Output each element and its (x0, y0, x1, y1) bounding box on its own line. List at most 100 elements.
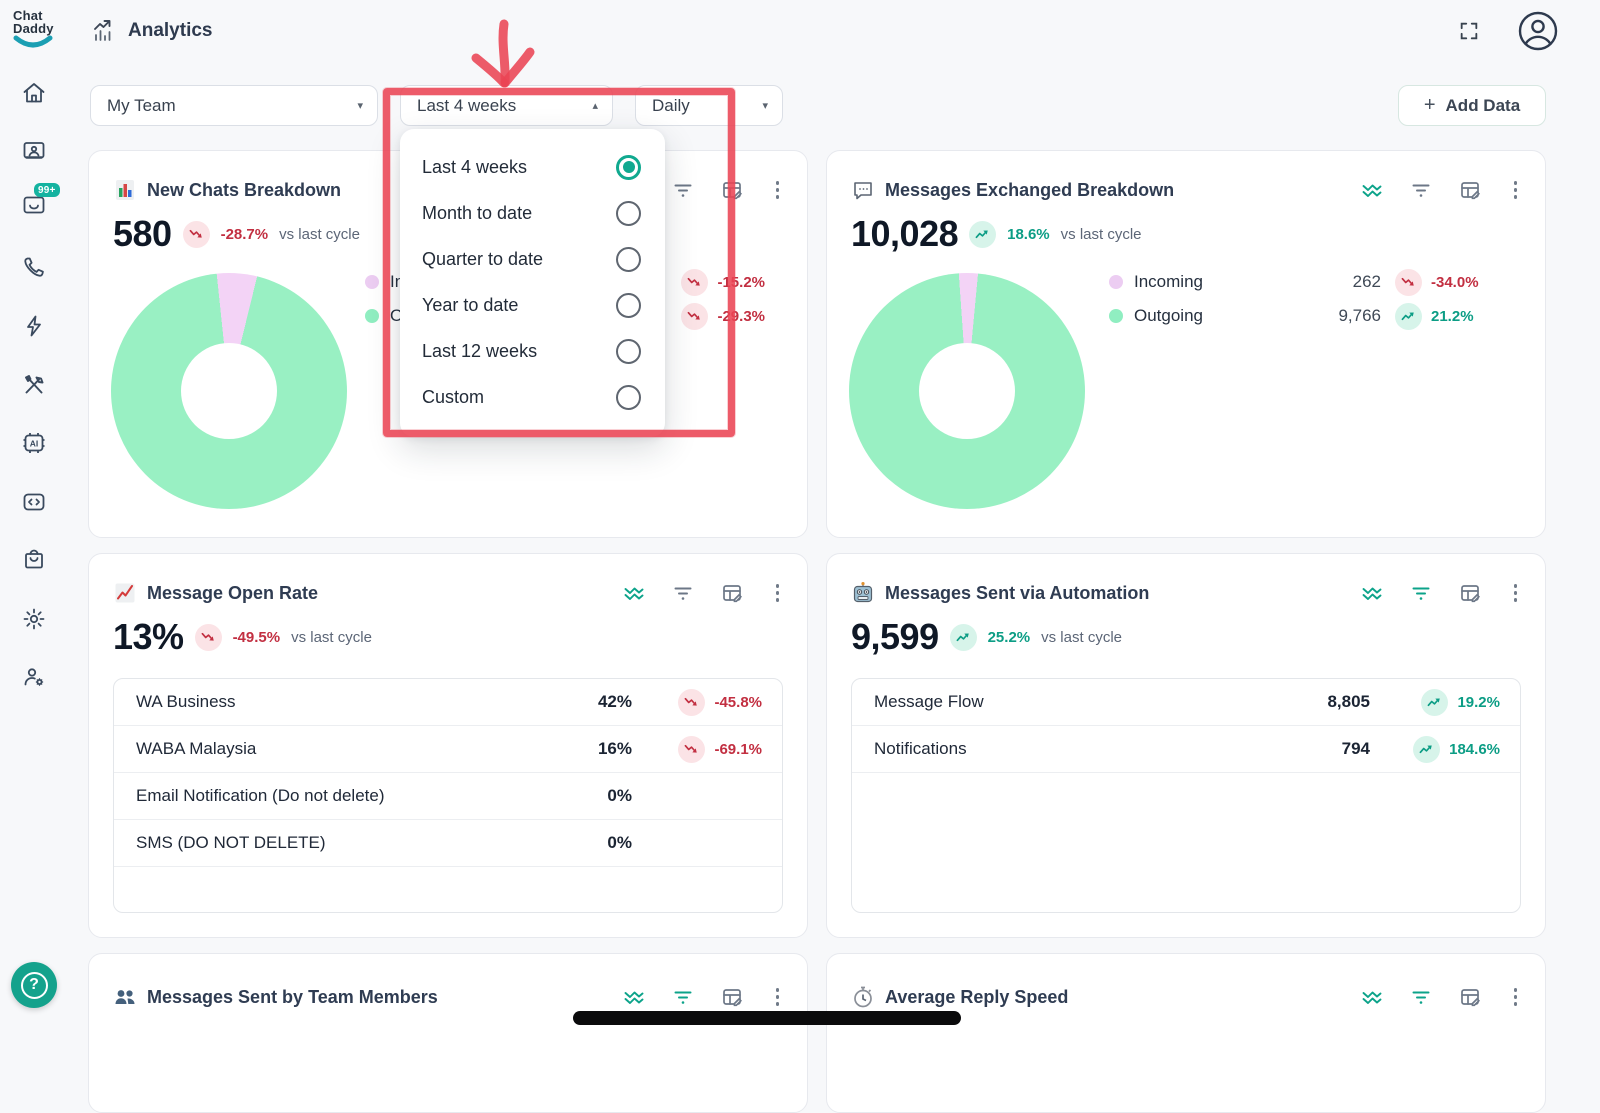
radio-icon[interactable] (616, 201, 641, 226)
sidebar-item-shop[interactable] (20, 546, 48, 574)
page-header: Analytics (90, 0, 212, 62)
fullscreen-icon (1458, 20, 1480, 42)
sidebar-item-automation[interactable] (20, 312, 48, 340)
radio-icon[interactable] (616, 339, 641, 364)
table-row[interactable]: SMS (DO NOT DELETE) 0% (114, 820, 782, 867)
home-icon (20, 79, 48, 107)
trend-up-icon (969, 221, 996, 248)
radio-icon[interactable] (616, 385, 641, 410)
account-button[interactable] (1516, 9, 1560, 53)
menu-option-last-4-weeks[interactable]: Last 4 weeks (400, 144, 665, 190)
logo-smile-icon (13, 35, 53, 51)
menu-option-custom[interactable]: Custom (400, 374, 665, 420)
kebab-menu-button[interactable] (1508, 179, 1524, 201)
analytics-icon (90, 18, 117, 45)
chart-type-button[interactable] (1361, 986, 1383, 1008)
legend-label: Outgoing (1134, 306, 1203, 326)
filter-button[interactable] (672, 179, 694, 201)
filter-button[interactable] (1410, 179, 1432, 201)
filter-button[interactable] (1410, 582, 1432, 604)
chatdaddy-logo[interactable]: Chat Daddy (13, 9, 67, 51)
edit-table-button[interactable] (721, 179, 743, 201)
contacts-icon (20, 137, 48, 165)
table-edit-icon (1459, 582, 1481, 604)
trend-down-icon (1395, 269, 1422, 296)
table-row[interactable]: Email Notification (Do not delete) 0% (114, 773, 782, 820)
menu-option-year-to-date[interactable]: Year to date (400, 282, 665, 328)
sidebar-item-chats[interactable]: 99+ (20, 191, 48, 219)
row-value: 8,805 (1290, 692, 1370, 712)
kebab-menu-button[interactable] (770, 179, 786, 201)
user-gear-icon (20, 663, 48, 691)
kebab-menu-button[interactable] (770, 986, 786, 1008)
table-row[interactable]: Message Flow 8,805 19.2% (852, 679, 1520, 726)
trend-down-icon (681, 303, 708, 330)
filter-button[interactable] (672, 986, 694, 1008)
sidebar-item-team-settings[interactable] (20, 663, 48, 691)
row-delta: 19.2% (1370, 689, 1520, 716)
sidebar-item-calls[interactable] (20, 253, 48, 281)
legend-delta-value: 21.2% (1431, 308, 1474, 325)
legend-delta-value: -29.3% (717, 308, 765, 325)
legend-row-incoming: Incoming 262 -34.0% (1109, 265, 1505, 299)
chart-type-button[interactable] (623, 986, 645, 1008)
legend-delta-value: -34.0% (1431, 274, 1479, 291)
edit-table-button[interactable] (1459, 986, 1481, 1008)
chats-unread-badge: 99+ (34, 183, 60, 197)
new-chats-donut-chart (111, 273, 347, 509)
edit-table-button[interactable] (721, 986, 743, 1008)
chart-type-button[interactable] (1361, 179, 1383, 201)
sidebar-item-ai[interactable]: AI (20, 429, 48, 457)
table-row[interactable]: WA Business 42% -45.8% (114, 679, 782, 726)
kpi-row: 580 -28.7% vs last cycle (113, 211, 360, 257)
plus-icon: + (1424, 94, 1436, 117)
filter-button[interactable] (672, 582, 694, 604)
chart-type-button[interactable] (623, 582, 645, 604)
card-title: Messages Sent by Team Members (147, 987, 438, 1008)
kebab-menu-button[interactable] (770, 582, 786, 604)
radio-selected-icon[interactable] (616, 155, 641, 180)
row-label: Notifications (874, 739, 1290, 759)
chart-type-button[interactable] (1361, 582, 1383, 604)
team-select[interactable]: My Team ▾ (90, 85, 378, 126)
kpi-value: 13% (113, 616, 184, 658)
add-data-button[interactable]: + Add Data (1398, 85, 1546, 126)
row-label: SMS (DO NOT DELETE) (136, 833, 552, 853)
table-edit-icon (1459, 179, 1481, 201)
sidebar-item-tools[interactable] (20, 371, 48, 399)
radio-icon[interactable] (616, 293, 641, 318)
period-select[interactable]: Last 4 weeks ▴ (400, 85, 613, 126)
table-row[interactable]: Notifications 794 184.6% (852, 726, 1520, 773)
edit-table-button[interactable] (1459, 582, 1481, 604)
sidebar-item-developer[interactable] (20, 488, 48, 516)
edit-table-button[interactable] (1459, 179, 1481, 201)
menu-option-month-to-date[interactable]: Month to date (400, 190, 665, 236)
help-button[interactable]: ? (11, 962, 57, 1008)
row-delta-value: 19.2% (1457, 694, 1500, 711)
menu-option-last-12-weeks[interactable]: Last 12 weeks (400, 328, 665, 374)
sidebar-item-contacts[interactable] (20, 137, 48, 165)
menu-option-quarter-to-date[interactable]: Quarter to date (400, 236, 665, 282)
robot-icon (851, 581, 875, 605)
gear-icon (20, 605, 48, 633)
sidebar-item-home[interactable] (20, 79, 48, 107)
table-row[interactable]: WABA Malaysia 16% -69.1% (114, 726, 782, 773)
incoming-dot-icon (1109, 275, 1123, 289)
sidebar-item-settings[interactable] (20, 605, 48, 633)
granularity-select[interactable]: Daily ▾ (635, 85, 783, 126)
edit-table-button[interactable] (721, 582, 743, 604)
card-header: Messages Sent via Automation (851, 578, 1523, 608)
kpi-row: 13% -49.5% vs last cycle (113, 614, 372, 660)
fullscreen-button[interactable] (1458, 20, 1480, 42)
incoming-dot-icon (365, 275, 379, 289)
shopping-bag-icon (20, 546, 48, 574)
trend-up-icon (1413, 736, 1440, 763)
radio-icon[interactable] (616, 247, 641, 272)
filter-button[interactable] (1410, 986, 1432, 1008)
automation-table: Message Flow 8,805 19.2% Notifications 7… (851, 678, 1521, 913)
trend-down-icon (195, 624, 222, 651)
card-message-open-rate: Message Open Rate 13% -49.5% vs last cyc… (88, 553, 808, 938)
trend-down-icon (183, 221, 210, 248)
kebab-menu-button[interactable] (1508, 986, 1524, 1008)
kebab-menu-button[interactable] (1508, 582, 1524, 604)
